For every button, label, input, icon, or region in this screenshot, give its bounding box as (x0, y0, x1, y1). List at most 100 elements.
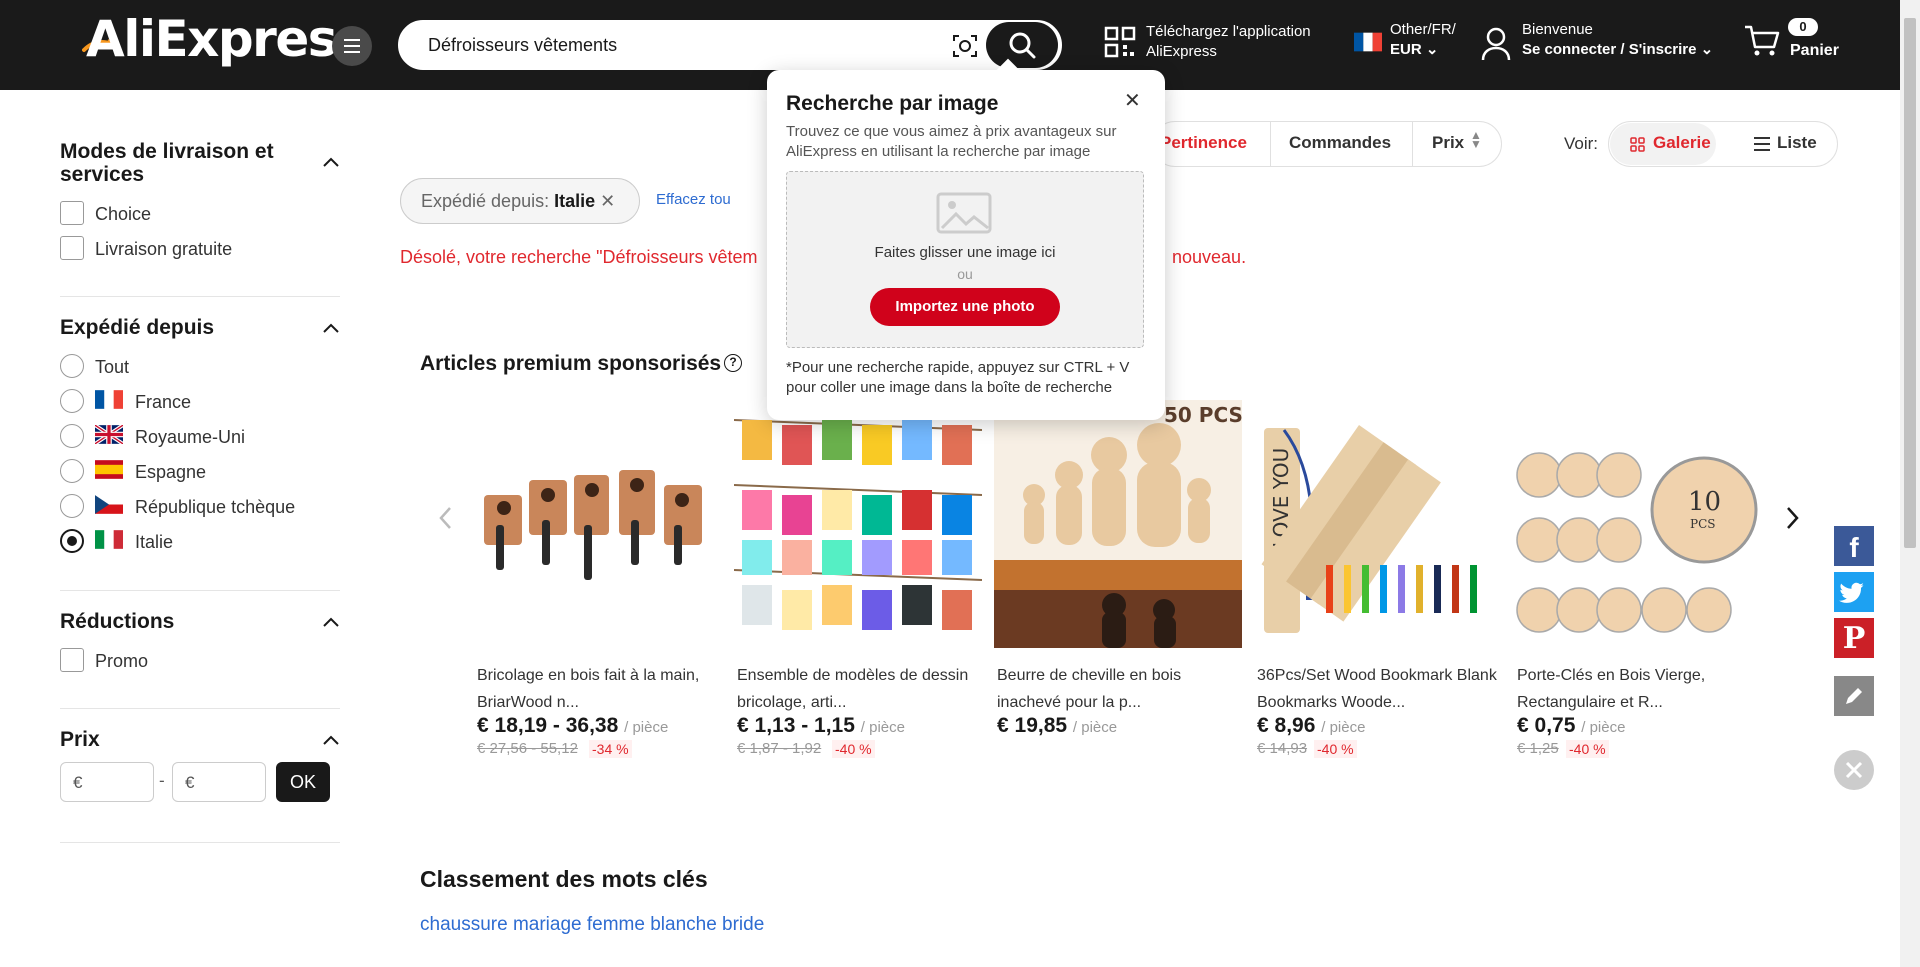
cart-label[interactable]: Panier (1790, 42, 1839, 60)
qr-icon[interactable] (1104, 26, 1136, 58)
edit-icon[interactable] (1834, 676, 1874, 716)
choice-label[interactable]: Choice (95, 203, 151, 225)
twitter-icon[interactable] (1834, 572, 1874, 612)
spain-flag-icon (95, 460, 123, 479)
help-icon[interactable]: ? (724, 354, 742, 372)
promo-checkbox[interactable] (60, 648, 84, 672)
pinterest-icon: P (1842, 621, 1866, 656)
divider (60, 590, 340, 591)
list-icon[interactable] (1754, 137, 1770, 151)
product-price: € 19,85 / pièce (997, 714, 1118, 737)
pinterest-share-button[interactable]: P (1834, 618, 1874, 658)
ship-from-label-france[interactable]: France (135, 391, 191, 413)
product-title[interactable]: Bricolage en bois fait à la main, BriarWo… (477, 662, 717, 716)
close-icon[interactable]: ✕ (600, 191, 615, 211)
price-filter-title: Prix (60, 728, 100, 751)
ship-from-label-czech[interactable]: République tchèque (135, 496, 295, 518)
ship-from-label-all[interactable]: Tout (95, 356, 129, 378)
chevron-up-icon[interactable] (322, 322, 340, 334)
cart-icon[interactable] (1744, 24, 1780, 58)
product-image[interactable]: I LOVE YOU (1254, 400, 1502, 648)
locale-line1: Other/FR/ (1390, 21, 1456, 38)
popup-hint: *Pour une recherche rapide, appuyez sur … (786, 359, 1130, 396)
product-price: € 1,13 - 1,15 / pièce (737, 714, 905, 737)
product-title[interactable]: Ensemble de modèles de dessin bricolage, … (737, 662, 977, 716)
product-image[interactable] (734, 400, 982, 648)
free-shipping-checkbox[interactable] (60, 236, 84, 260)
chevron-up-icon[interactable] (322, 734, 340, 746)
price-min-input[interactable]: € (60, 762, 154, 802)
user-icon[interactable] (1480, 26, 1512, 62)
uk-flag-icon (95, 425, 123, 444)
chip-label: Expédié depuis: (421, 191, 550, 211)
active-filter-chip[interactable]: Expédié depuis: Italie ✕ (400, 178, 640, 224)
divider (60, 708, 340, 709)
facebook-icon: f (1849, 532, 1859, 563)
logo[interactable]: AliExpress (86, 14, 366, 64)
product-price: € 18,19 - 36,38 / pièce (477, 714, 669, 737)
price-ok-button[interactable]: OK (276, 762, 330, 802)
ship-from-radio-italy[interactable] (60, 529, 84, 553)
product-title[interactable]: Beurre de cheville en bois inachevé pour … (997, 662, 1237, 716)
ship-from-radio-uk[interactable] (60, 424, 84, 448)
close-icon[interactable]: ✕ (1124, 88, 1141, 113)
popup-description: Trouvez ce que vous aimez à prix avantag… (786, 123, 1117, 160)
price-max-input[interactable]: € (172, 762, 266, 802)
sort-price[interactable]: Prix (1432, 133, 1464, 153)
image-icon (936, 192, 992, 234)
view-label: Voir: (1564, 134, 1599, 153)
view-list-label[interactable]: Liste (1777, 133, 1817, 153)
clear-all-link[interactable]: Effacez tou (656, 191, 731, 208)
signin-link[interactable]: Se connecter / S'inscrire (1522, 41, 1696, 58)
choice-checkbox[interactable] (60, 201, 84, 225)
product-image[interactable]: 50 PCS (994, 400, 1242, 648)
reductions-title: Réductions (60, 610, 175, 633)
chevron-up-icon[interactable] (322, 156, 340, 168)
ship-from-label-italy[interactable]: Italie (135, 531, 173, 553)
product-old-price: € 1,87 - 1,92 (737, 740, 822, 757)
search-input-value: Défroisseurs vêtements (428, 35, 618, 55)
ship-from-radio-czech[interactable] (60, 494, 84, 518)
sort-orders[interactable]: Commandes (1289, 133, 1391, 153)
ship-from-radio-france[interactable] (60, 389, 84, 413)
scrollbar-thumb[interactable] (1904, 18, 1916, 548)
product-old-price: € 1,25 (1517, 740, 1559, 757)
grid-icon (1630, 137, 1645, 152)
chip-value: Italie (554, 191, 596, 211)
premium-section-title: Articles premium sponsorisés (420, 352, 722, 375)
close-social-button[interactable] (1834, 750, 1874, 790)
promo-label[interactable]: Promo (95, 650, 148, 672)
sort-arrows-icon: ▲ ▼ (1470, 128, 1482, 151)
product-image[interactable] (474, 400, 722, 648)
sort-relevance[interactable]: Pertinence (1160, 133, 1247, 153)
italy-flag-icon (95, 530, 123, 549)
chevron-up-icon[interactable] (322, 616, 340, 628)
drop-text: Faites glisser une image ici (874, 244, 1056, 261)
chevron-right-icon[interactable] (1782, 506, 1802, 530)
account-menu[interactable]: Bienvenue Se connecter / S'inscrire ⌄ (1522, 20, 1713, 60)
search-icon (1009, 32, 1036, 59)
locale-selector[interactable]: Other/FR/ EUR ⌄ (1390, 20, 1456, 60)
product-title[interactable]: 36Pcs/Set Wood Bookmark Blank Bookmarks W… (1257, 662, 1497, 716)
menu-button[interactable] (332, 26, 372, 66)
cart-count-badge: 0 (1788, 18, 1818, 36)
product-title[interactable]: Porte-Clés en Bois Vierge, Rectangulaire … (1517, 662, 1757, 716)
chevron-left-icon[interactable] (436, 506, 456, 530)
product-image[interactable]: 10 PCS (1514, 400, 1762, 648)
ship-from-radio-all[interactable] (60, 354, 84, 378)
search-button[interactable] (986, 22, 1058, 68)
app-line2: AliExpress (1146, 43, 1217, 60)
ship-from-label-spain[interactable]: Espagne (135, 461, 206, 483)
free-shipping-label[interactable]: Livraison gratuite (95, 238, 232, 260)
keyword-link[interactable]: chaussure mariage femme blanche bride (420, 914, 764, 936)
product-discount: -40 % (1566, 740, 1609, 758)
facebook-share-button[interactable]: f (1834, 526, 1874, 566)
download-app-link[interactable]: Téléchargez l'application AliExpress (1146, 22, 1326, 62)
ship-from-radio-spain[interactable] (60, 459, 84, 483)
divider (60, 296, 340, 297)
product-discount: -40 % (1314, 740, 1357, 758)
close-icon (1845, 761, 1863, 779)
upload-photo-button[interactable]: Importez une photo (870, 288, 1060, 326)
camera-icon[interactable] (952, 33, 978, 59)
ship-from-label-uk[interactable]: Royaume-Uni (135, 426, 245, 448)
